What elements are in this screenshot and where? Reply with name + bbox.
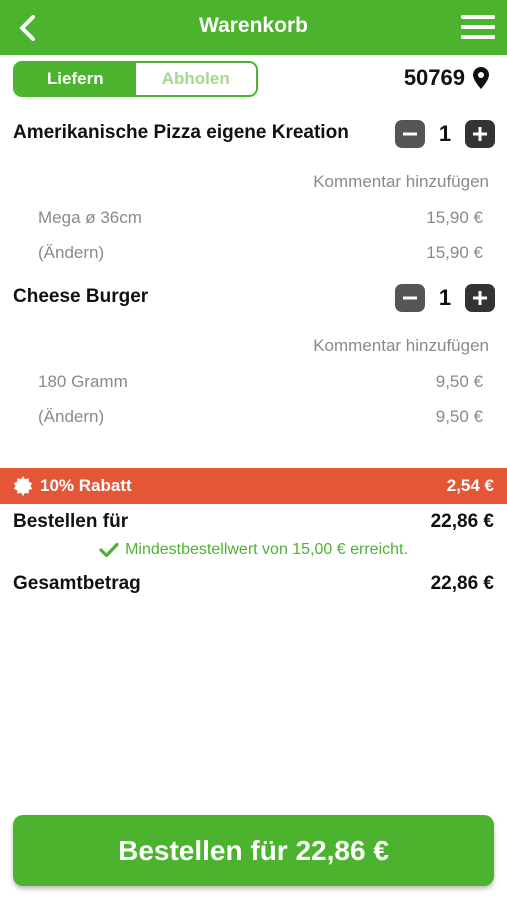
page-title: Warenkorb — [199, 14, 308, 37]
item-price: 15,90 € — [426, 243, 483, 262]
item-option-label: Mega ø 36cm — [38, 208, 142, 227]
quantity-value: 1 — [438, 121, 452, 146]
item-price: 9,50 € — [435, 407, 483, 426]
increase-quantity-button[interactable] — [465, 120, 495, 148]
quantity-stepper: 1 — [395, 118, 495, 150]
discount-label: 10% Rabatt — [40, 476, 132, 495]
min-order-notice: Mindestbestellwert von 15,00 € erreicht. — [0, 541, 507, 559]
app-header: Warenkorb — [0, 0, 507, 55]
cart-item-name: Amerikanische Pizza eigene Kreation — [13, 122, 349, 143]
discount-amount: 2,54 € — [446, 476, 494, 495]
place-order-button[interactable]: Bestellen für 22,86 € — [13, 815, 494, 886]
checkmark-icon — [99, 542, 119, 558]
hamburger-menu-icon[interactable] — [461, 14, 495, 40]
increase-quantity-button[interactable] — [465, 284, 495, 312]
add-comment-link[interactable]: Kommentar hinzufügen — [313, 336, 489, 356]
quantity-stepper: 1 — [395, 282, 495, 314]
discount-banner: 10% Rabatt 2,54 € — [0, 468, 507, 504]
total-label: Gesamtbetrag — [13, 573, 141, 594]
discount-badge-icon — [13, 476, 33, 496]
map-pin-icon — [473, 67, 489, 89]
decrease-quantity-button[interactable] — [395, 284, 425, 312]
change-option-link[interactable]: (Ändern) — [38, 407, 104, 427]
decrease-quantity-button[interactable] — [395, 120, 425, 148]
postcode-label: 50769 — [403, 65, 465, 90]
item-option-price: 9,50 € — [435, 372, 483, 391]
subtotal-amount: 22,86 € — [430, 511, 494, 532]
min-order-text: Mindestbestellwert von 15,00 € erreicht. — [125, 541, 408, 558]
tab-liefern[interactable]: Liefern — [15, 63, 136, 95]
tab-abholen[interactable]: Abholen — [135, 63, 256, 95]
quantity-value: 1 — [438, 285, 452, 310]
delivery-mode-toggle: Liefern Abholen — [13, 61, 258, 97]
item-option-label: 180 Gramm — [38, 372, 128, 391]
item-option-price: 15,90 € — [426, 208, 483, 227]
postcode-selector[interactable]: 50769 — [404, 65, 489, 91]
add-comment-link[interactable]: Kommentar hinzufügen — [313, 172, 489, 192]
subtotal-label: Bestellen für — [13, 511, 129, 532]
total-amount: 22,86 € — [430, 573, 494, 594]
change-option-link[interactable]: (Ändern) — [38, 243, 104, 263]
cart-item-name: Cheese Burger — [13, 286, 149, 307]
